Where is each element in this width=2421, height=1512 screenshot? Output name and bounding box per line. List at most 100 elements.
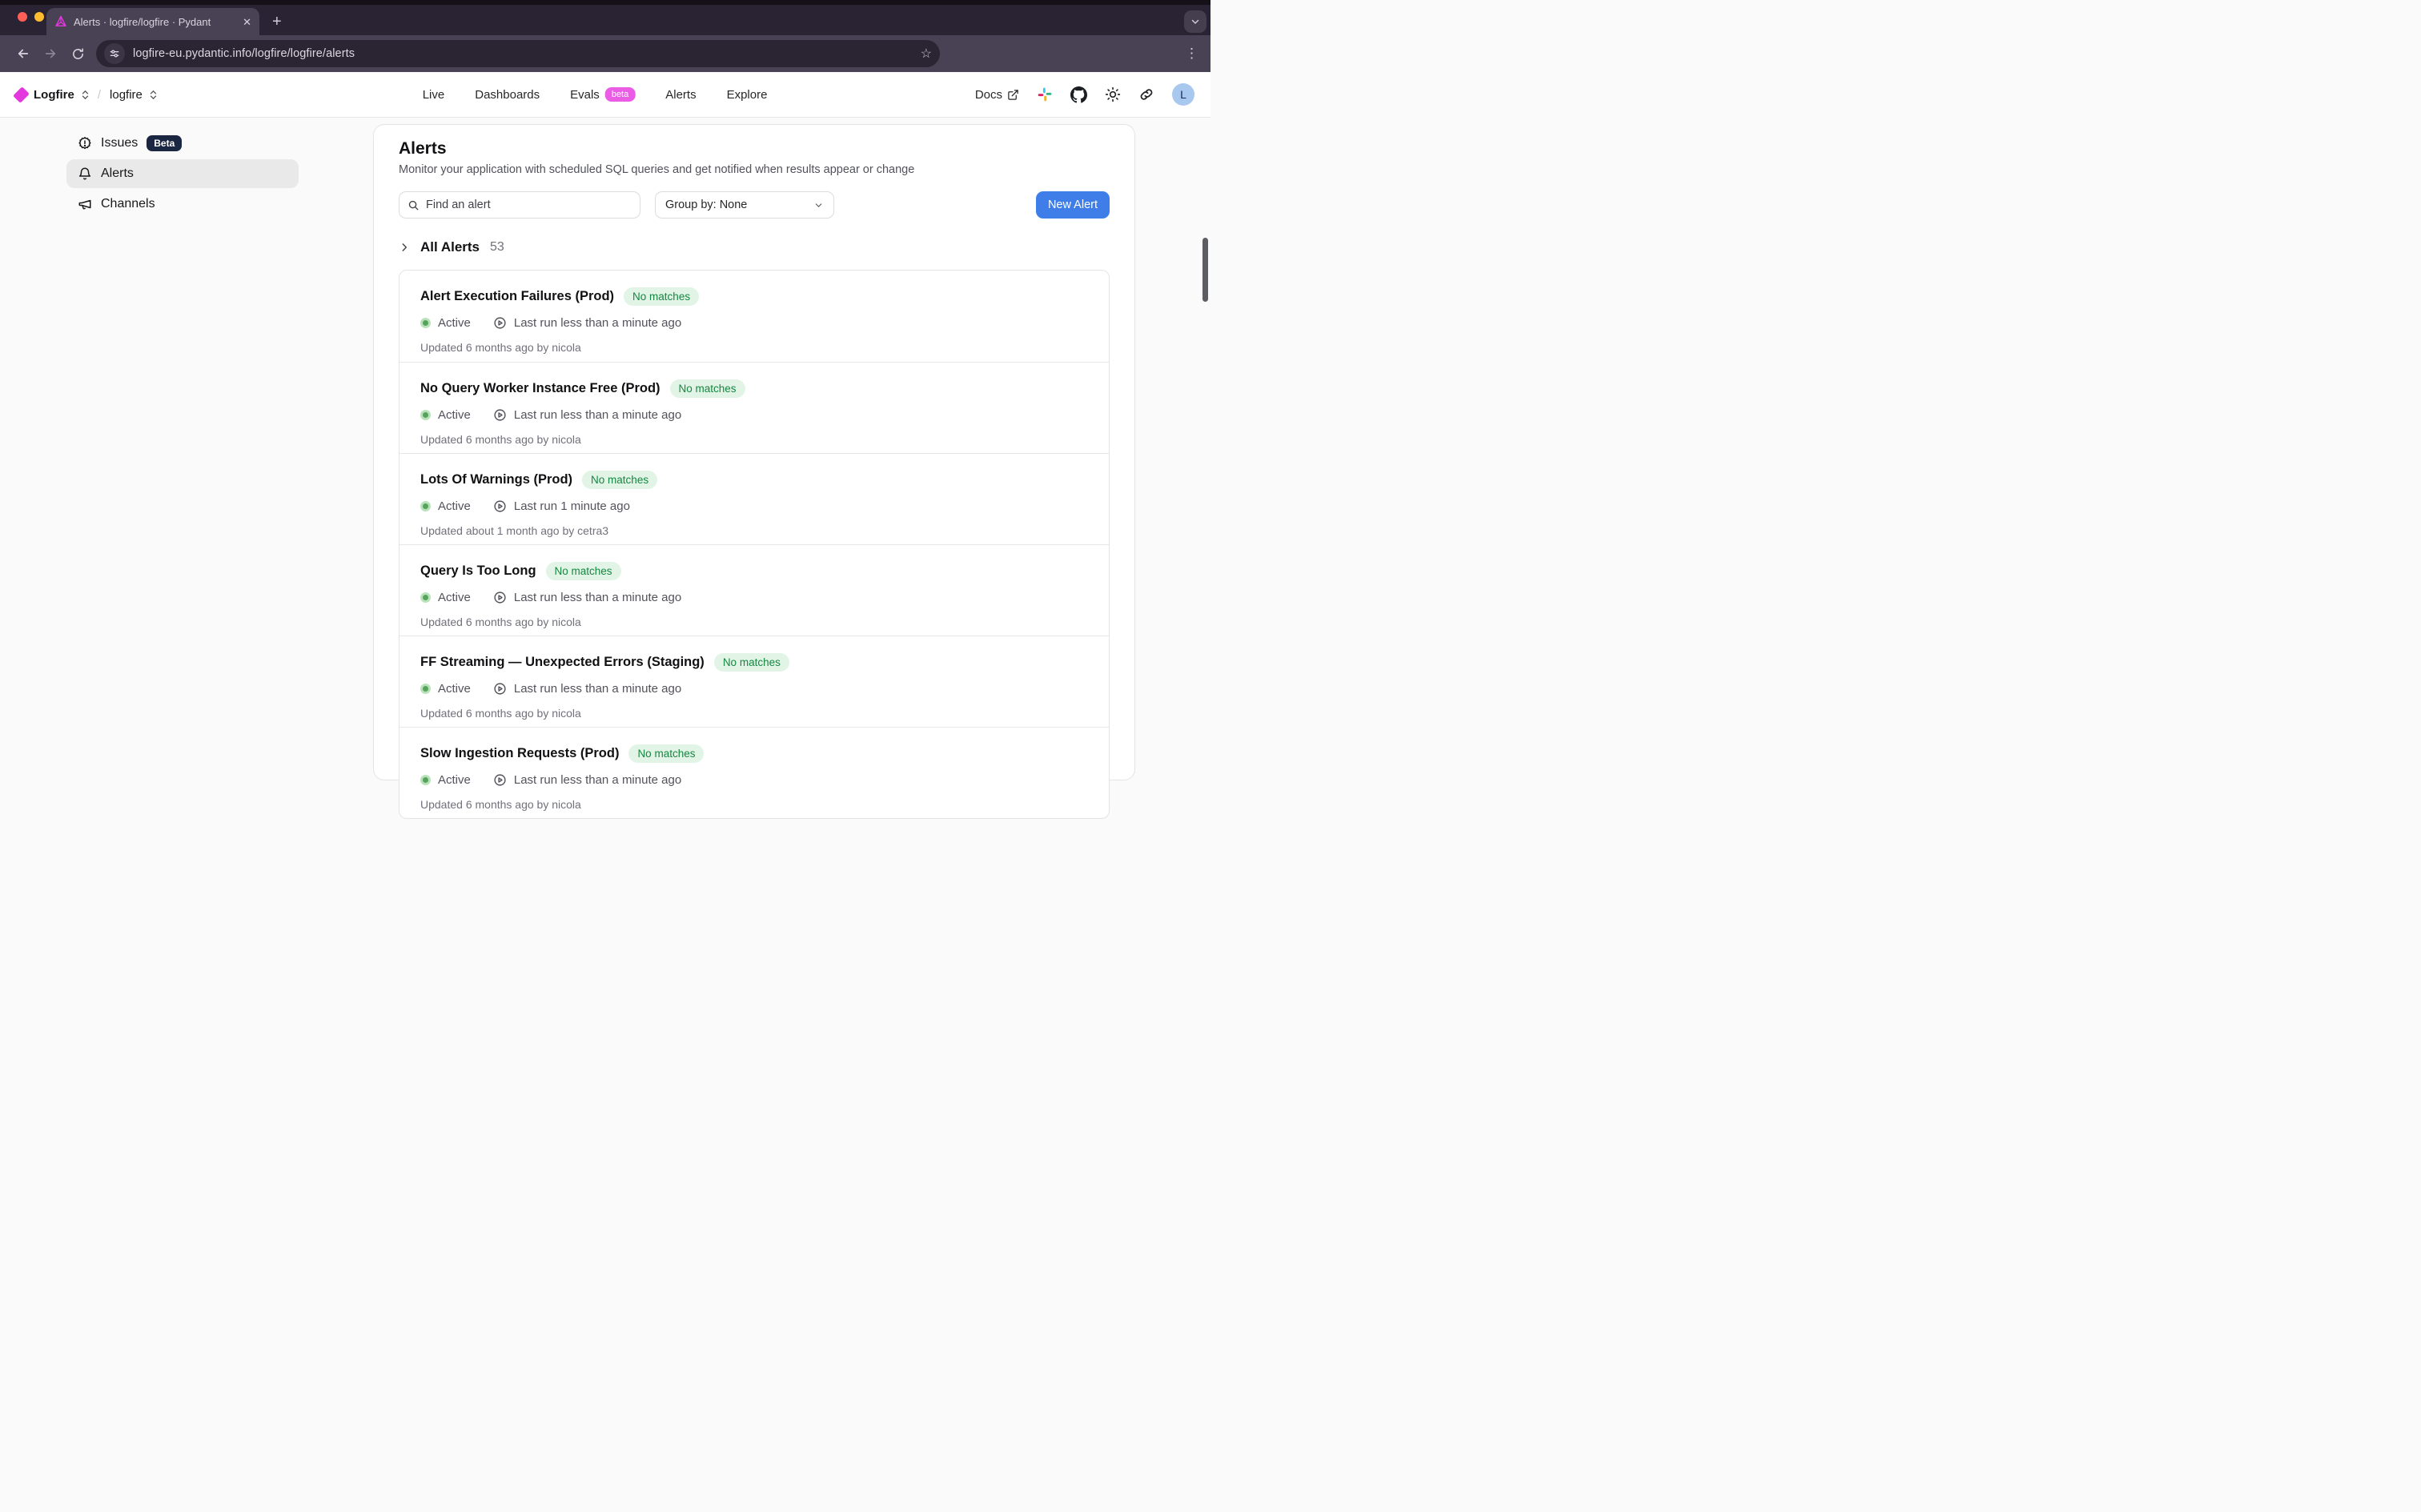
- forward-button[interactable]: [37, 40, 64, 67]
- alert-row[interactable]: Query Is Too Long No matches Active Last…: [399, 544, 1109, 636]
- group-by-value: Group by: None: [665, 199, 747, 211]
- bell-icon: [78, 166, 92, 181]
- match-status-badge: No matches: [582, 471, 657, 489]
- active-status-dot: [420, 684, 431, 694]
- alert-name[interactable]: No Query Worker Instance Free (Prod): [420, 381, 660, 396]
- org-switcher-icon[interactable]: [82, 90, 89, 99]
- logfire-logo-icon: [13, 86, 30, 103]
- play-circle-icon: [493, 408, 507, 422]
- alert-status: Active: [438, 408, 471, 422]
- browser-toolbar: logfire-eu.pydantic.info/logfire/logfire…: [0, 35, 1210, 72]
- alert-list: Alert Execution Failures (Prod) No match…: [399, 270, 1110, 819]
- alert-row[interactable]: FF Streaming — Unexpected Errors (Stagin…: [399, 636, 1109, 727]
- page-scrollbar-thumb[interactable]: [1202, 238, 1208, 302]
- breadcrumb-separator: /: [98, 88, 101, 102]
- sidebar-item-label: Channels: [101, 197, 155, 211]
- back-button[interactable]: [10, 40, 37, 67]
- browser-menu-button[interactable]: ⋮: [1185, 46, 1199, 62]
- alert-row[interactable]: Lots Of Warnings (Prod) No matches Activ…: [399, 453, 1109, 544]
- issue-alert-icon: [78, 136, 92, 150]
- minimize-window-button[interactable]: [34, 12, 44, 22]
- match-status-badge: No matches: [628, 744, 704, 763]
- alerts-controls: Group by: None New Alert: [399, 191, 1110, 219]
- main-area: Issues Beta Alerts Channels Alerts Monit…: [0, 118, 1210, 756]
- new-tab-button[interactable]: +: [272, 14, 282, 30]
- user-avatar[interactable]: L: [1172, 83, 1194, 106]
- play-circle-icon: [493, 499, 507, 513]
- alert-updated: Updated 6 months ago by nicola: [420, 798, 1088, 811]
- new-alert-button[interactable]: New Alert: [1036, 191, 1110, 219]
- active-status-dot: [420, 775, 431, 785]
- nav-evals[interactable]: Evals beta: [570, 87, 635, 102]
- sidebar-item-channels[interactable]: Channels: [66, 190, 299, 219]
- chevron-down-icon: [813, 200, 824, 211]
- active-status-dot: [420, 592, 431, 603]
- megaphone-icon: [78, 197, 92, 211]
- header-actions: Docs: [975, 83, 1194, 106]
- play-circle-icon: [493, 591, 507, 604]
- theme-toggle-sun-icon[interactable]: [1105, 86, 1121, 102]
- active-status-dot: [420, 318, 431, 328]
- browser-tab[interactable]: Alerts · logfire/logfire · Pydant ✕: [46, 8, 259, 35]
- alert-name[interactable]: Query Is Too Long: [420, 563, 536, 579]
- alert-row[interactable]: Alert Execution Failures (Prod) No match…: [399, 271, 1109, 362]
- issues-beta-badge: Beta: [147, 135, 182, 151]
- docs-link[interactable]: Docs: [975, 88, 1019, 102]
- tab-search-button[interactable]: [1184, 10, 1206, 33]
- share-link-icon[interactable]: [1138, 86, 1154, 102]
- nav-explore[interactable]: Explore: [727, 88, 768, 102]
- alert-last-run: Last run less than a minute ago: [514, 682, 681, 696]
- nav-live[interactable]: Live: [423, 88, 445, 102]
- project-switcher-icon[interactable]: [150, 90, 157, 99]
- alert-status: Active: [438, 499, 471, 513]
- org-name[interactable]: Logfire: [34, 88, 74, 102]
- alert-status: Active: [438, 773, 471, 787]
- sidebar: Issues Beta Alerts Channels: [66, 129, 299, 220]
- group-by-select[interactable]: Group by: None: [655, 191, 834, 219]
- sidebar-item-alerts[interactable]: Alerts: [66, 159, 299, 188]
- site-settings-icon[interactable]: [104, 43, 125, 64]
- alert-updated: Updated 6 months ago by nicola: [420, 707, 1088, 720]
- all-alerts-group-header[interactable]: All Alerts 53: [399, 239, 1110, 255]
- alert-name[interactable]: Slow Ingestion Requests (Prod): [420, 746, 619, 761]
- alerts-panel: Alerts Monitor your application with sch…: [373, 124, 1135, 780]
- sidebar-item-issues[interactable]: Issues Beta: [66, 129, 299, 158]
- close-tab-icon[interactable]: ✕: [243, 17, 251, 27]
- alert-name[interactable]: Lots Of Warnings (Prod): [420, 472, 572, 487]
- alert-updated: Updated about 1 month ago by cetra3: [420, 524, 1088, 537]
- slack-icon[interactable]: [1037, 86, 1053, 102]
- address-bar[interactable]: logfire-eu.pydantic.info/logfire/logfire…: [96, 40, 940, 67]
- alert-name[interactable]: FF Streaming — Unexpected Errors (Stagin…: [420, 655, 705, 670]
- nav-dashboards[interactable]: Dashboards: [475, 88, 540, 102]
- alert-last-run: Last run less than a minute ago: [514, 591, 681, 604]
- search-input[interactable]: [426, 199, 632, 211]
- match-status-badge: No matches: [624, 287, 699, 306]
- alert-name[interactable]: Alert Execution Failures (Prod): [420, 289, 614, 304]
- alert-last-run: Last run less than a minute ago: [514, 316, 681, 330]
- chevron-right-icon[interactable]: [399, 242, 410, 253]
- pydantic-favicon-icon: [54, 15, 67, 28]
- page-title: Alerts: [399, 139, 1110, 158]
- alert-search[interactable]: [399, 191, 640, 219]
- reload-button[interactable]: [64, 40, 91, 67]
- alert-last-run: Last run less than a minute ago: [514, 773, 681, 787]
- group-count: 53: [490, 240, 504, 255]
- alert-row[interactable]: Slow Ingestion Requests (Prod) No matche…: [399, 727, 1109, 818]
- app-header: Logfire / logfire Live Dashboards Evals …: [0, 72, 1210, 118]
- play-circle-icon: [493, 682, 507, 696]
- play-circle-icon: [493, 773, 507, 787]
- alert-row[interactable]: No Query Worker Instance Free (Prod) No …: [399, 362, 1109, 453]
- browser-tab-strip: Alerts · logfire/logfire · Pydant ✕ +: [0, 5, 1210, 35]
- nav-alerts[interactable]: Alerts: [665, 88, 696, 102]
- play-circle-icon: [493, 316, 507, 330]
- breadcrumb: Logfire / logfire: [16, 88, 157, 102]
- bookmark-star-icon[interactable]: ☆: [921, 46, 932, 62]
- chevron-down-icon: [1190, 17, 1200, 26]
- project-name[interactable]: logfire: [110, 88, 143, 102]
- external-link-icon: [1007, 89, 1019, 101]
- close-window-button[interactable]: [18, 12, 27, 22]
- primary-nav: Live Dashboards Evals beta Alerts Explor…: [423, 87, 768, 102]
- active-status-dot: [420, 501, 431, 511]
- page-subtitle: Monitor your application with scheduled …: [399, 163, 1110, 176]
- github-icon[interactable]: [1070, 86, 1087, 103]
